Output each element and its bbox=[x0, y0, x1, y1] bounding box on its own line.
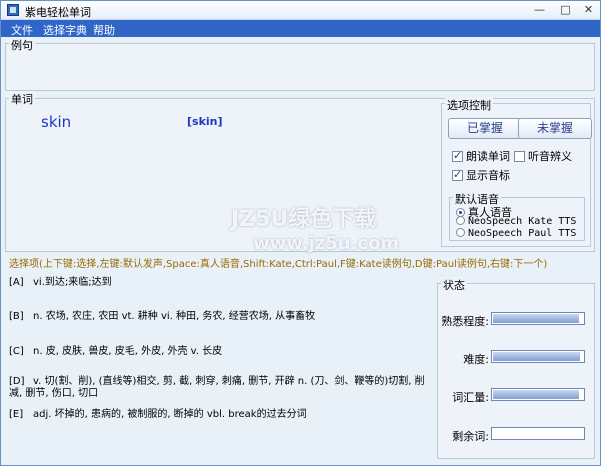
word-label: 单词 bbox=[9, 91, 35, 107]
menu-select-dictionary[interactable]: 选择字典 bbox=[43, 22, 87, 38]
current-word: skin bbox=[41, 113, 72, 131]
vocabulary-label: 词汇量: bbox=[452, 391, 489, 404]
remaining-label: 剩余词: bbox=[452, 430, 489, 443]
option-key: [E] bbox=[9, 409, 24, 420]
watermark-url: www.jz5u.com bbox=[253, 233, 400, 254]
vocabulary-bar bbox=[491, 388, 585, 401]
menu-bar: 文件 选择字典 帮助 bbox=[1, 20, 600, 37]
familiarity-label: 熟悉程度: bbox=[441, 315, 489, 328]
selection-hint: 选择项(上下键:选择,左键:默认发声,Space:真人语音,Shift:Kate… bbox=[9, 259, 548, 270]
difficulty-bar bbox=[491, 350, 585, 363]
read-word-label: 朗读单词 bbox=[466, 150, 510, 163]
checkbox-unchecked-icon bbox=[514, 151, 525, 162]
status-label: 状态 bbox=[441, 277, 467, 293]
checkbox-checked-icon bbox=[452, 149, 463, 162]
listen-meaning-label: 听音辨义 bbox=[528, 150, 572, 163]
phonetic: [skin] bbox=[187, 115, 223, 128]
familiarity-fill bbox=[493, 314, 579, 323]
title-bar: 紫电轻松单词 — □ ✕ bbox=[1, 1, 600, 20]
option-key: [A] bbox=[9, 277, 24, 288]
familiarity-bar bbox=[491, 312, 585, 325]
maximize-icon[interactable]: □ bbox=[558, 3, 573, 17]
mastered-button[interactable]: 已掌握 bbox=[448, 118, 522, 139]
vocabulary-fill bbox=[493, 390, 579, 399]
radio-icon bbox=[456, 228, 465, 237]
option-b[interactable]: [B] n. 农场, 农庄, 农田 vt. 耕种 vi. 种田, 务农, 经营农场… bbox=[9, 307, 315, 322]
listen-meaning-checkbox[interactable]: 听音辨义 bbox=[514, 148, 572, 164]
difficulty-label: 难度: bbox=[463, 353, 489, 366]
checkbox-checked-icon bbox=[452, 168, 463, 181]
menu-file[interactable]: 文件 bbox=[11, 22, 33, 38]
option-text: v. 切(割、削), (直线等)相交, 剪, 截, 刺穿, 刺痛, 删节, 开辟… bbox=[9, 376, 425, 399]
remaining-bar bbox=[491, 427, 585, 440]
app-icon bbox=[7, 4, 19, 16]
window-title: 紫电轻松单词 bbox=[25, 6, 91, 19]
option-e[interactable]: [E] adj. 坏掉的, 患病的, 被制服的, 断掉的 vbl. break的过… bbox=[9, 405, 307, 420]
voice-label: NeoSpeech Kate TTS bbox=[468, 216, 577, 227]
option-text: n. 皮, 皮肤, 兽皮, 皮毛, 外皮, 外壳 v. 长皮 bbox=[33, 346, 223, 357]
not-mastered-button[interactable]: 未掌握 bbox=[518, 118, 592, 139]
option-c[interactable]: [C] n. 皮, 皮肤, 兽皮, 皮毛, 外皮, 外壳 v. 长皮 bbox=[9, 342, 222, 357]
show-phonetic-checkbox[interactable]: 显示音标 bbox=[452, 167, 510, 183]
option-d[interactable]: [D] v. 切(割、削), (直线等)相交, 剪, 截, 刺穿, 刺痛, 删节,… bbox=[9, 376, 429, 400]
example-label: 例句 bbox=[9, 37, 35, 53]
minimize-icon[interactable]: — bbox=[532, 3, 547, 17]
option-key: [B] bbox=[9, 311, 24, 322]
close-icon[interactable]: ✕ bbox=[581, 3, 596, 17]
watermark-text: JZ5U绿色下载 bbox=[231, 207, 377, 232]
options-control-label: 选项控制 bbox=[445, 97, 493, 113]
voice-option-kate[interactable]: NeoSpeech Kate TTS bbox=[456, 216, 576, 227]
option-text: n. 农场, 农庄, 农田 vt. 耕种 vi. 种田, 务农, 经营农场, 从… bbox=[33, 311, 316, 322]
show-phonetic-label: 显示音标 bbox=[466, 169, 510, 182]
difficulty-fill bbox=[493, 352, 580, 361]
menu-help[interactable]: 帮助 bbox=[93, 22, 115, 38]
voice-label: NeoSpeech Paul TTS bbox=[468, 228, 577, 239]
example-panel bbox=[5, 43, 595, 91]
option-text: vi.到达;来临;达到 bbox=[33, 277, 112, 288]
app-window: 紫电轻松单词 — □ ✕ 文件 选择字典 帮助 例句 单词 skin [skin… bbox=[0, 0, 601, 466]
option-key: [D] bbox=[9, 376, 25, 387]
option-key: [C] bbox=[9, 346, 24, 357]
read-word-checkbox[interactable]: 朗读单词 bbox=[452, 148, 510, 164]
option-text: adj. 坏掉的, 患病的, 被制服的, 断掉的 vbl. break的过去分词 bbox=[33, 409, 307, 420]
option-a[interactable]: [A] vi.到达;来临;达到 bbox=[9, 273, 112, 288]
radio-icon bbox=[456, 216, 465, 225]
voice-option-paul[interactable]: NeoSpeech Paul TTS bbox=[456, 228, 576, 239]
